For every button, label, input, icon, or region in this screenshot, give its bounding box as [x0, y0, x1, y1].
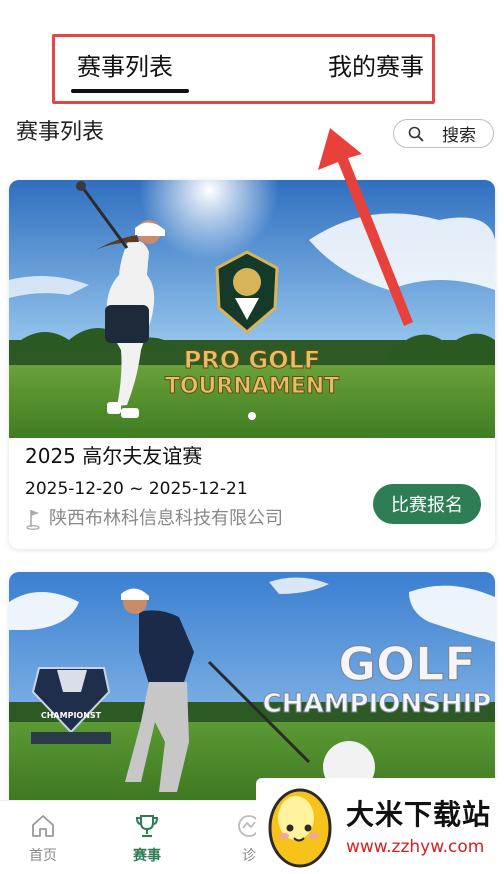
event-title: 2025 高尔夫友谊赛 — [25, 444, 203, 468]
event-card[interactable]: CHAMPIONST GOLF CHAMPIONSHIP — [9, 572, 495, 812]
watermark: 大米下载站 www.zzhyw.com — [256, 778, 504, 874]
home-icon — [32, 815, 54, 837]
watermark-url: www.zzhyw.com — [346, 837, 485, 857]
tab-my-events[interactable]: 我的赛事 — [328, 51, 424, 83]
banner-subheadline: CHAMPIONSHIP — [263, 689, 492, 719]
nav-home-label: 首页 — [29, 848, 57, 864]
badge-text: CHAMPIONST — [41, 711, 102, 720]
trophy-icon — [135, 815, 159, 838]
event-organizer-name: 陕西布林科信息科技有限公司 — [49, 508, 283, 529]
event-date-range: 2025-12-20 ~ 2025-12-21 — [25, 479, 248, 499]
nav-home[interactable]: 首页 — [8, 813, 78, 865]
event-card[interactable]: PRO GOLF TOURNAMENT 2025 高尔夫友谊赛 2025-12-… — [9, 180, 495, 549]
banner-subheadline: TOURNAMENT — [165, 374, 339, 399]
tab-bar: 赛事列表 我的赛事 — [52, 34, 435, 104]
event-organizer: 陕西布林科信息科技有限公司 — [25, 506, 283, 532]
nav-events-label: 赛事 — [133, 848, 161, 864]
event-banner-image: CHAMPIONST GOLF CHAMPIONSHIP — [9, 572, 495, 812]
tab-event-list[interactable]: 赛事列表 — [77, 51, 173, 83]
nav-events[interactable]: 赛事 — [112, 813, 182, 865]
watermark-title: 大米下载站 — [346, 798, 492, 831]
event-banner-image: PRO GOLF TOURNAMENT — [9, 180, 495, 438]
banner-headline: GOLF — [338, 637, 476, 691]
search-button[interactable]: 搜索 — [393, 119, 494, 148]
search-icon — [408, 126, 424, 141]
banner-headline: PRO GOLF — [184, 346, 321, 374]
search-label: 搜索 — [442, 126, 476, 146]
active-tab-indicator — [71, 89, 189, 93]
rice-mascot-logo — [268, 788, 332, 868]
event-signup-button[interactable]: 比赛报名 — [373, 484, 481, 524]
page-title: 赛事列表 — [16, 120, 105, 145]
golf-flag-icon — [26, 510, 40, 530]
